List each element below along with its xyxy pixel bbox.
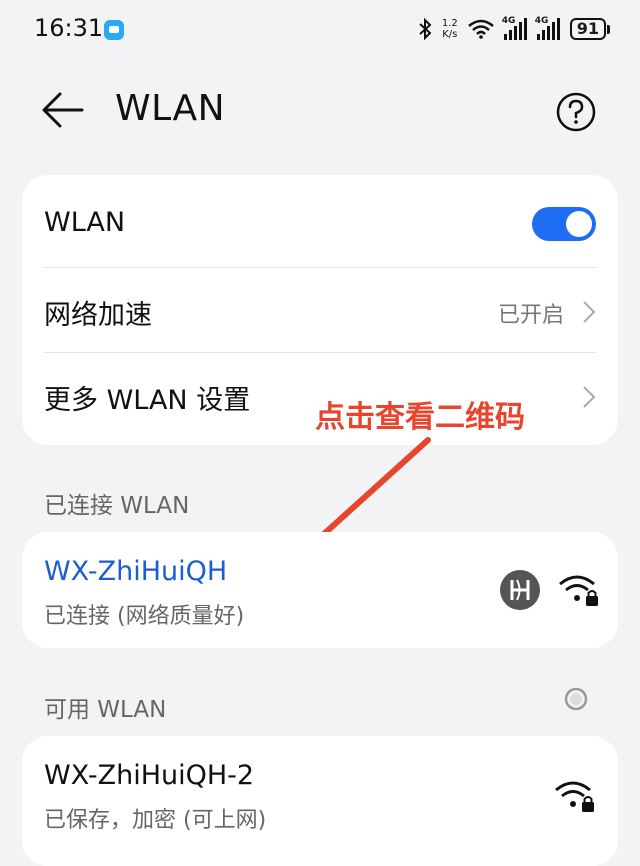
page-title: WLAN — [115, 88, 226, 129]
battery-level: 91 — [569, 18, 606, 40]
status-time: 16:31 — [34, 14, 104, 42]
signal-label: 4G — [534, 16, 549, 26]
share-qr-icon[interactable] — [500, 570, 540, 610]
signal-label: 4G — [501, 16, 516, 26]
status-icons: 1.2 K/s 4G 4G 91 — [418, 14, 610, 44]
available-ssid: WX-ZhiHuiQH-2 — [44, 760, 255, 791]
chevron-right-icon — [583, 301, 596, 323]
battery-icon: 91 — [569, 18, 610, 40]
wlan-toggle-label: WLAN — [44, 207, 126, 238]
back-arrow-icon[interactable] — [38, 88, 88, 132]
wifi-lock-icon — [555, 781, 594, 812]
wifi-icon — [467, 19, 494, 39]
wlan-toggle[interactable] — [532, 207, 596, 241]
network-acceleration-value: 已开启 — [497, 303, 564, 328]
scanning-spinner-icon — [564, 687, 588, 711]
available-status: 已保存，加密 (可上网) — [44, 808, 267, 833]
available-network-item[interactable]: WX-ZhiHuiQH-2 已保存，加密 (可上网) — [22, 736, 618, 866]
help-icon[interactable] — [556, 92, 596, 132]
connected-network-item[interactable]: WX-ZhiHuiQH 已连接 (网络质量好) — [22, 532, 618, 648]
net-speed-unit: K/s — [442, 29, 458, 40]
chevron-right-icon — [583, 386, 596, 408]
bluetooth-icon — [419, 18, 432, 40]
connected-section-label: 已连接 WLAN — [44, 493, 190, 519]
signal-icon: 4G — [501, 16, 527, 40]
net-speed: 1.2 K/s — [442, 18, 458, 40]
chat-notification-icon — [104, 20, 124, 40]
signal-icon: 4G — [534, 16, 560, 40]
wifi-lock-icon — [559, 575, 598, 606]
network-acceleration-label: 网络加速 — [44, 300, 152, 331]
net-speed-value: 1.2 — [441, 18, 458, 29]
available-section-label: 可用 WLAN — [44, 697, 167, 723]
network-acceleration-row[interactable]: 网络加速 已开启 — [44, 293, 596, 333]
